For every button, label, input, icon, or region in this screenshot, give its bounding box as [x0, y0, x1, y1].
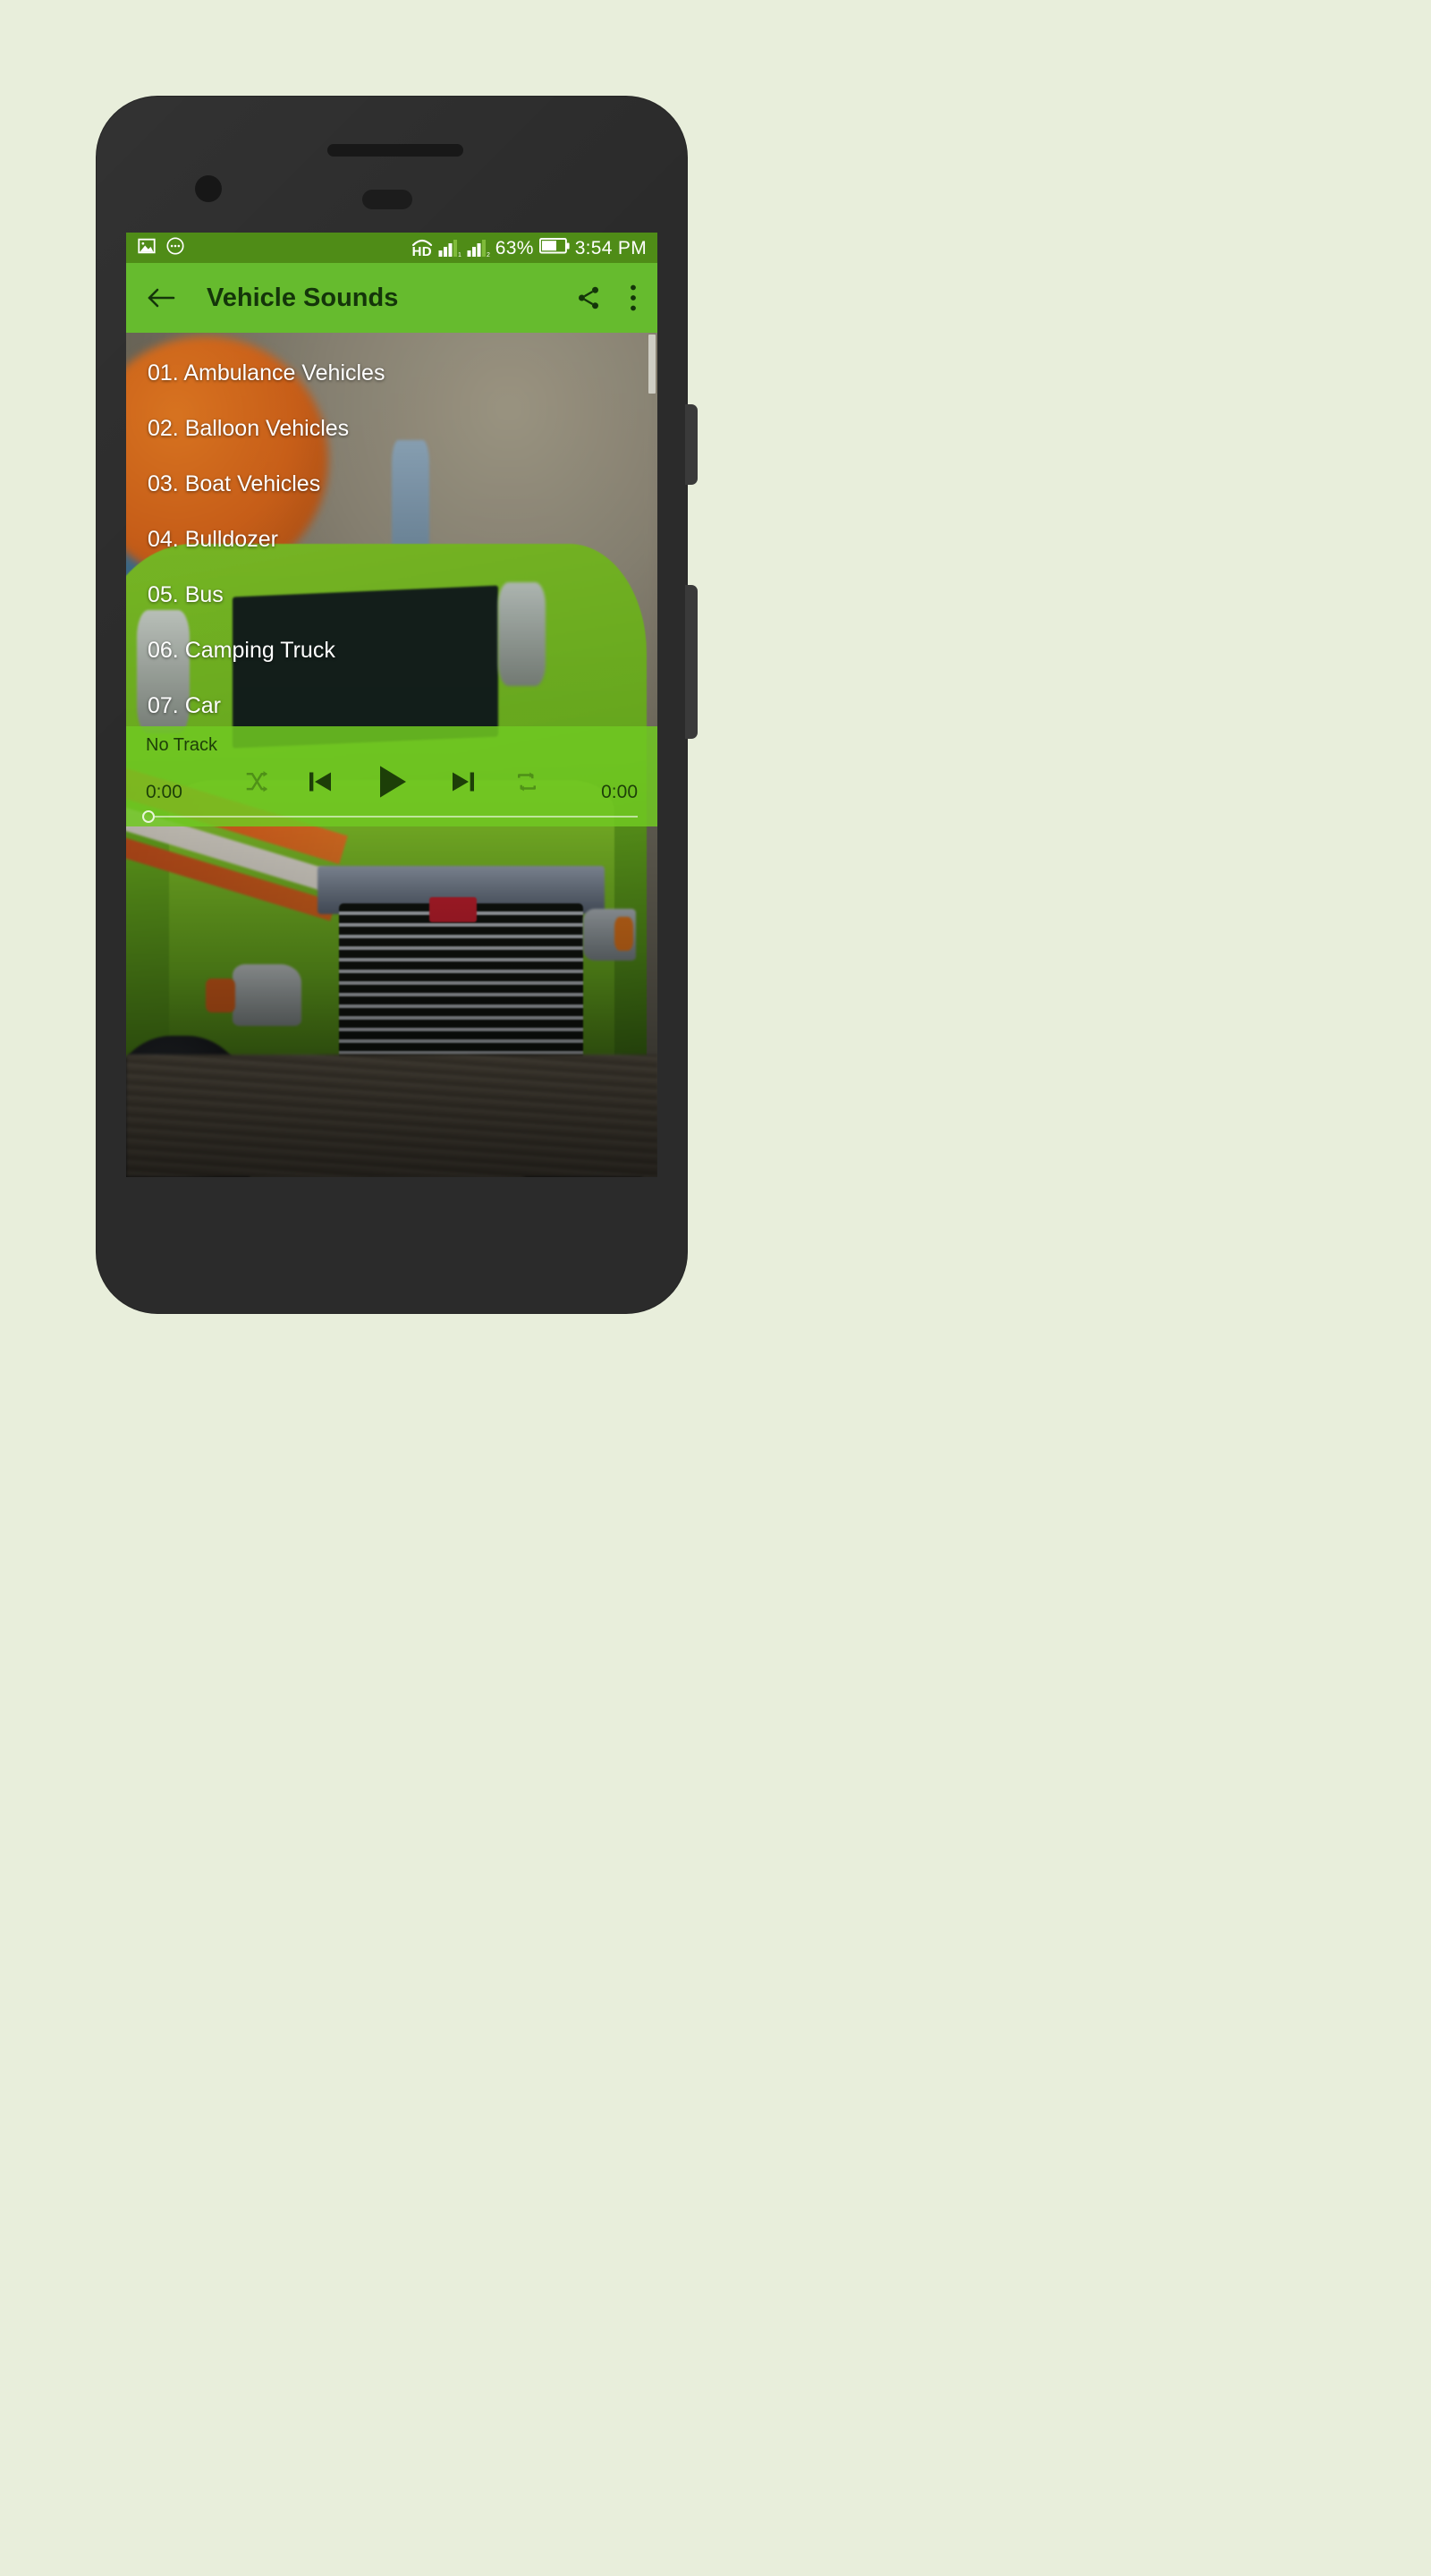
overflow-menu-icon[interactable] [629, 284, 638, 312]
screenshot-root: HD 1 2 63% 3:54 PM Vehicle Sounds 01. Am… [0, 0, 1431, 2576]
status-bar: HD 1 2 63% 3:54 PM [126, 233, 657, 263]
list-item-label: 06. Camping Truck [148, 637, 335, 663]
list-item[interactable]: 03. Boat Vehicles [126, 456, 657, 512]
proximity-sensor-icon [362, 190, 412, 209]
elapsed-time-label: 0:00 [146, 782, 182, 802]
battery-icon [538, 237, 570, 258]
power-button[interactable] [685, 404, 698, 485]
now-playing-label: No Track [146, 735, 218, 755]
signal-bars-1-icon: 1 [438, 238, 461, 258]
page-title: Vehicle Sounds [207, 283, 399, 312]
seek-bar-thumb[interactable] [142, 810, 155, 823]
previous-track-icon[interactable] [304, 766, 336, 798]
image-icon [137, 236, 157, 260]
app-bar: Vehicle Sounds [126, 263, 657, 333]
svg-text:1: 1 [458, 252, 461, 258]
phone-screen: HD 1 2 63% 3:54 PM Vehicle Sounds 01. Am… [126, 233, 657, 1177]
total-time-label: 0:00 [601, 782, 638, 802]
player-controls [126, 760, 657, 803]
list-item-label: 05. Bus [148, 581, 224, 607]
status-bar-system: HD 1 2 63% 3:54 PM [411, 237, 647, 258]
list-item[interactable]: 04. Bulldozer [126, 512, 657, 567]
list-item-label: 04. Bulldozer [148, 526, 278, 552]
seek-bar-track [155, 816, 638, 818]
play-icon[interactable] [370, 760, 413, 803]
signal-bars-2-icon: 2 [467, 238, 490, 258]
list-item[interactable]: 01. Ambulance Vehicles [126, 345, 657, 401]
list-item[interactable]: 07. Car [126, 678, 657, 733]
more-circle-icon [165, 236, 185, 260]
next-track-icon[interactable] [447, 766, 479, 798]
clock-label: 3:54 PM [574, 237, 647, 258]
phone-device-frame: HD 1 2 63% 3:54 PM Vehicle Sounds 01. Am… [97, 97, 698, 1313]
battery-percent-label: 63% [495, 237, 534, 258]
share-icon[interactable] [575, 284, 602, 311]
volume-button[interactable] [685, 585, 698, 739]
camera-dot-icon [195, 175, 222, 202]
repeat-icon[interactable] [513, 768, 540, 795]
list-item-label: 01. Ambulance Vehicles [148, 360, 385, 386]
list-item[interactable]: 02. Balloon Vehicles [126, 401, 657, 456]
list-item[interactable]: 06. Camping Truck [126, 623, 657, 678]
mini-player: No Track 0:00 0:00 [126, 726, 657, 826]
hd-label: HD [411, 243, 432, 259]
sound-list: 01. Ambulance Vehicles 02. Balloon Vehic… [126, 333, 657, 733]
back-arrow-icon[interactable] [146, 284, 176, 311]
list-item[interactable]: 05. Bus [126, 567, 657, 623]
seek-bar[interactable] [142, 810, 638, 823]
svg-text:2: 2 [487, 252, 490, 258]
list-item-label: 07. Car [148, 692, 221, 718]
status-bar-notifications [137, 236, 185, 260]
list-scrollbar[interactable] [648, 335, 656, 394]
shuffle-icon[interactable] [243, 768, 270, 795]
hd-voice-icon: HD [411, 238, 433, 258]
earpiece-speaker-icon [327, 144, 463, 157]
list-item-label: 02. Balloon Vehicles [148, 415, 350, 441]
list-item-label: 03. Boat Vehicles [148, 470, 321, 496]
app-bar-actions [575, 284, 638, 312]
